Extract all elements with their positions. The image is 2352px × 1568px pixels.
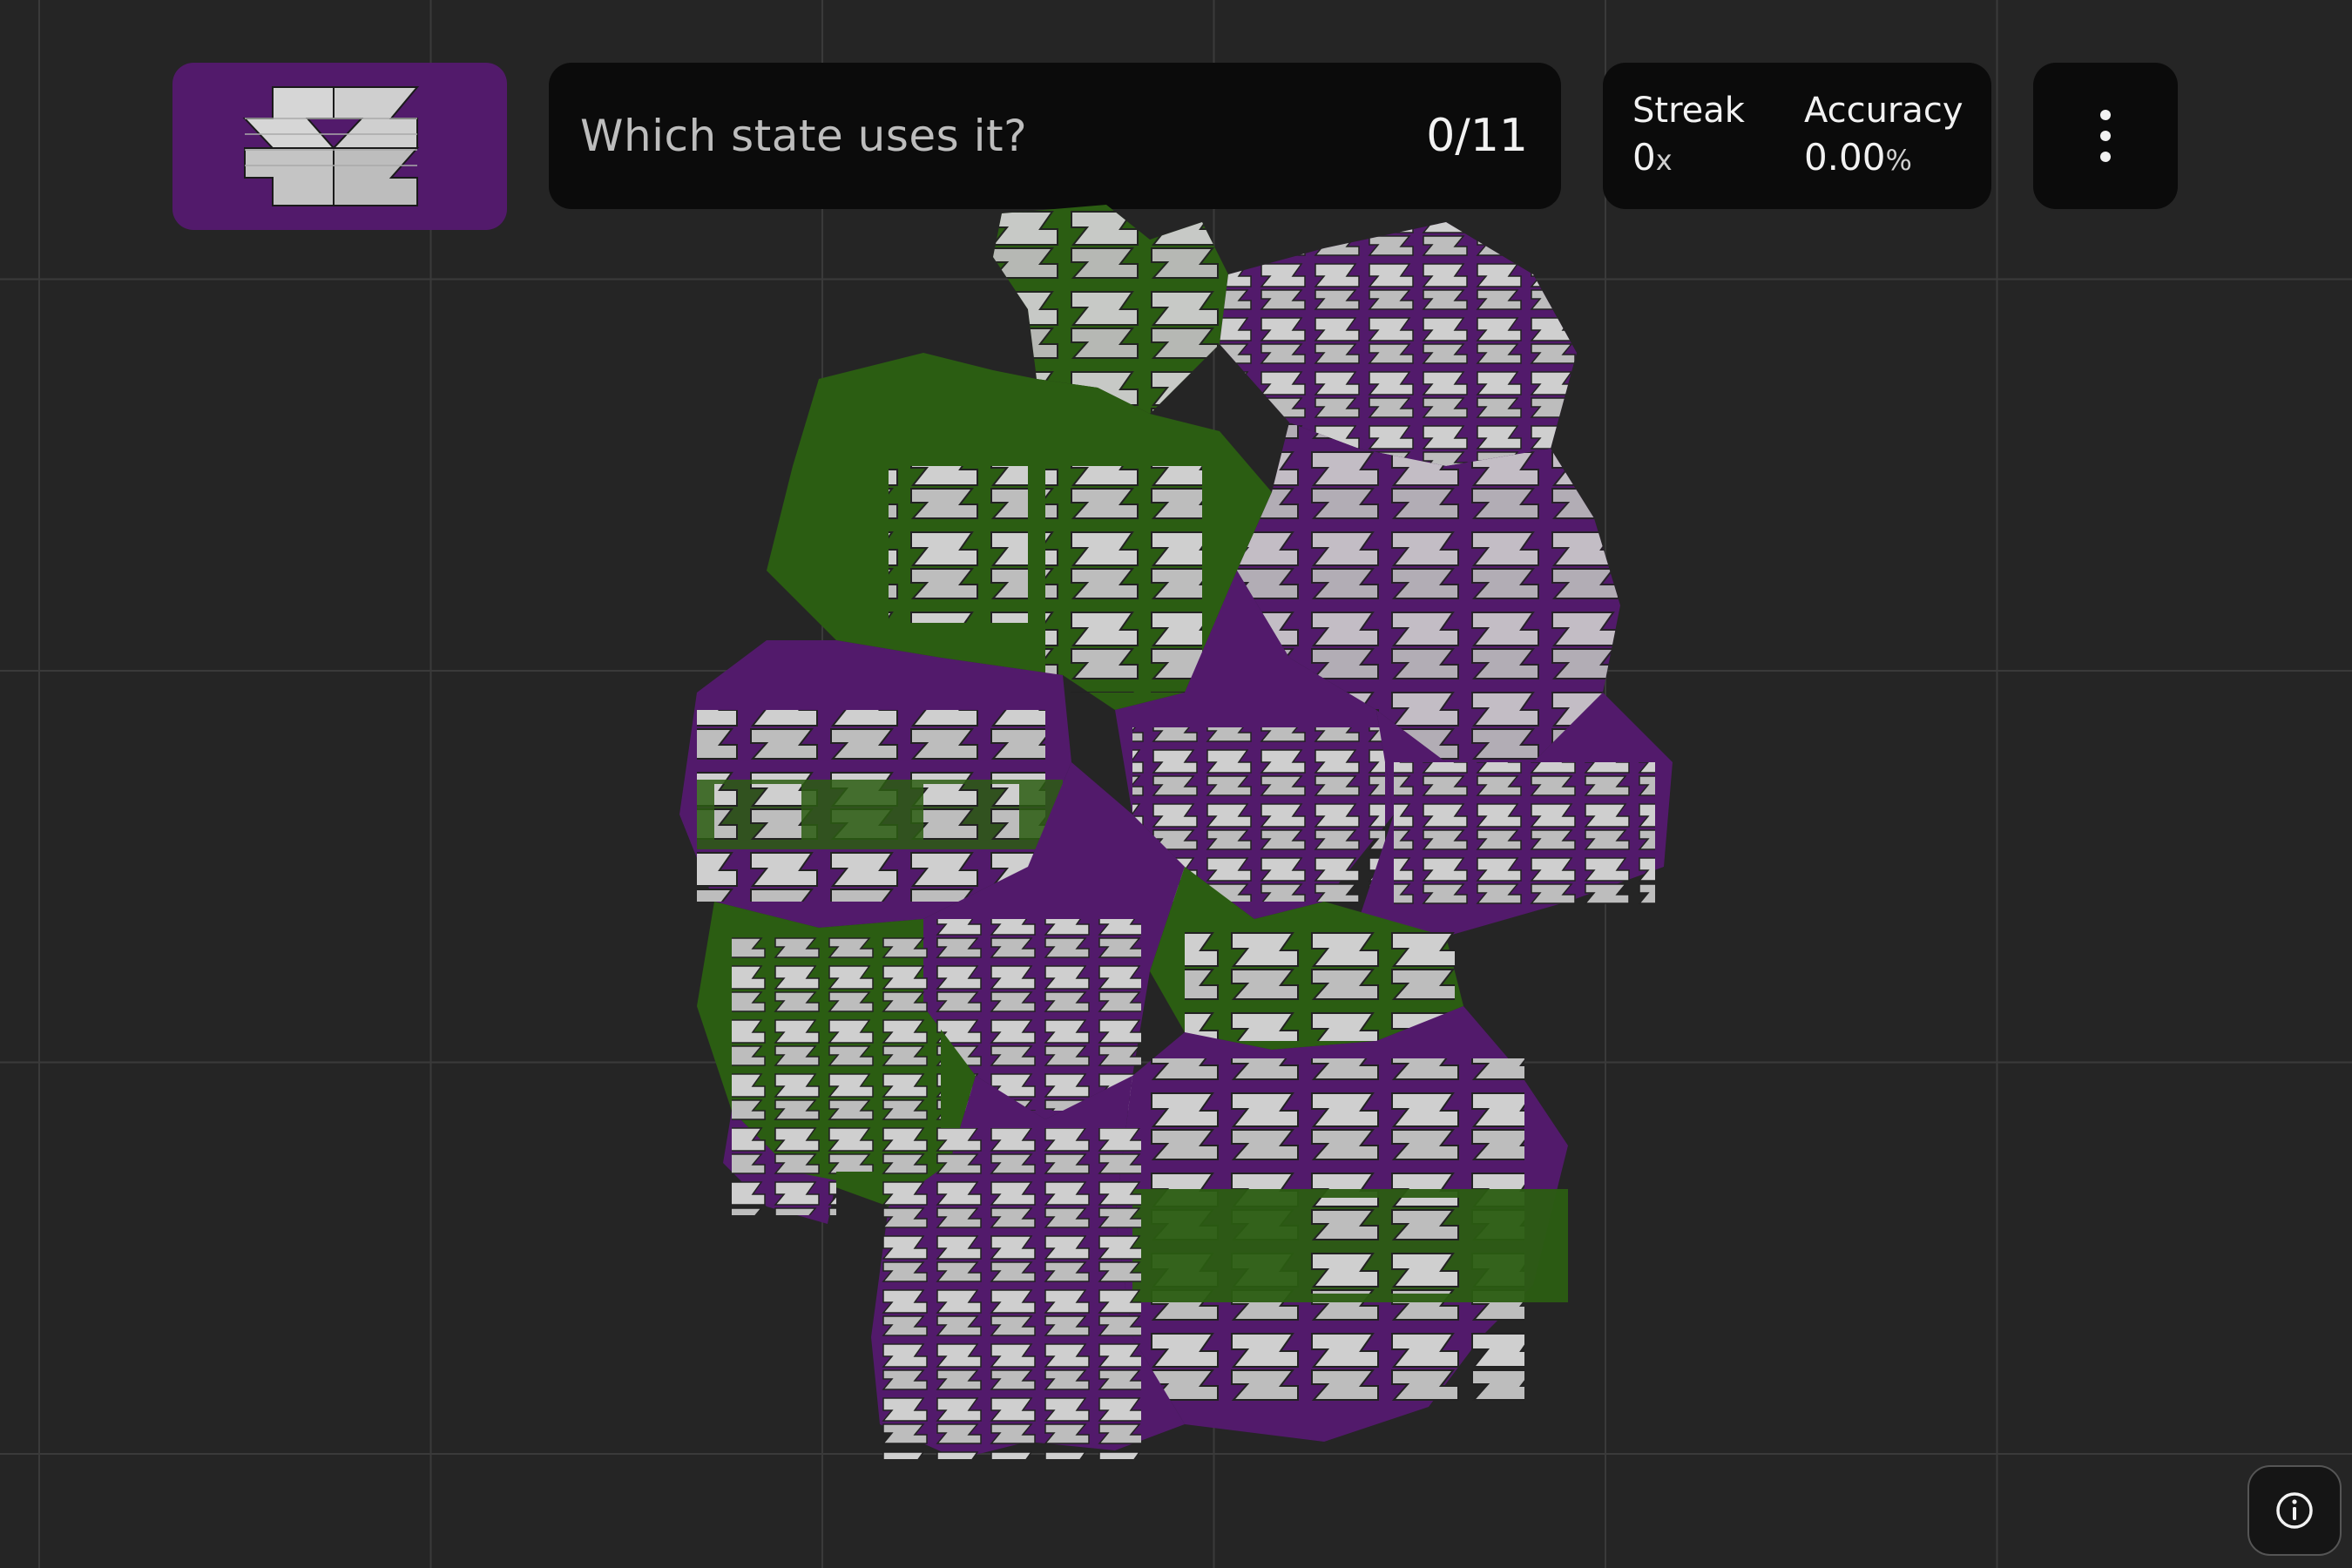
question-bar: Which state uses it? 0/11 [549, 63, 1561, 209]
state-region[interactable] [1115, 1006, 1568, 1442]
state-region[interactable] [1220, 222, 1577, 466]
stats-panel: Streak 0x Accuracy 0.00% [1603, 63, 1991, 209]
accuracy-number: 0.00 [1803, 135, 1886, 179]
state-region[interactable] [871, 1076, 1185, 1459]
progress-counter: 0/11 [1426, 110, 1528, 162]
accuracy-unit: % [1885, 143, 1912, 177]
question-text: Which state uses it? [580, 111, 1028, 161]
streak-number: 0 [1632, 135, 1656, 179]
flag-emblem-piece [242, 86, 336, 149]
flag-emblem-piece [244, 147, 335, 206]
accuracy-label: Accuracy [1803, 90, 1963, 131]
accuracy-stat: Accuracy 0.00% [1774, 88, 1993, 185]
flag-emblem-icon [242, 86, 420, 206]
accuracy-value: 0.00% [1804, 133, 1963, 185]
state-region[interactable] [723, 1111, 836, 1224]
info-button[interactable] [2247, 1465, 2342, 1556]
more-vertical-icon [2100, 110, 2111, 162]
germany-map[interactable] [662, 205, 1690, 1485]
streak-unit: x [1655, 143, 1673, 177]
streak-stat: Streak 0x [1603, 88, 1774, 185]
info-icon [2276, 1492, 2313, 1529]
flag-emblem-piece [333, 147, 420, 206]
menu-button[interactable] [2033, 63, 2178, 209]
flag-card [172, 63, 507, 230]
streak-value: 0x [1632, 133, 1745, 185]
streak-label: Streak [1632, 90, 1745, 131]
flag-emblem-piece [331, 86, 420, 149]
